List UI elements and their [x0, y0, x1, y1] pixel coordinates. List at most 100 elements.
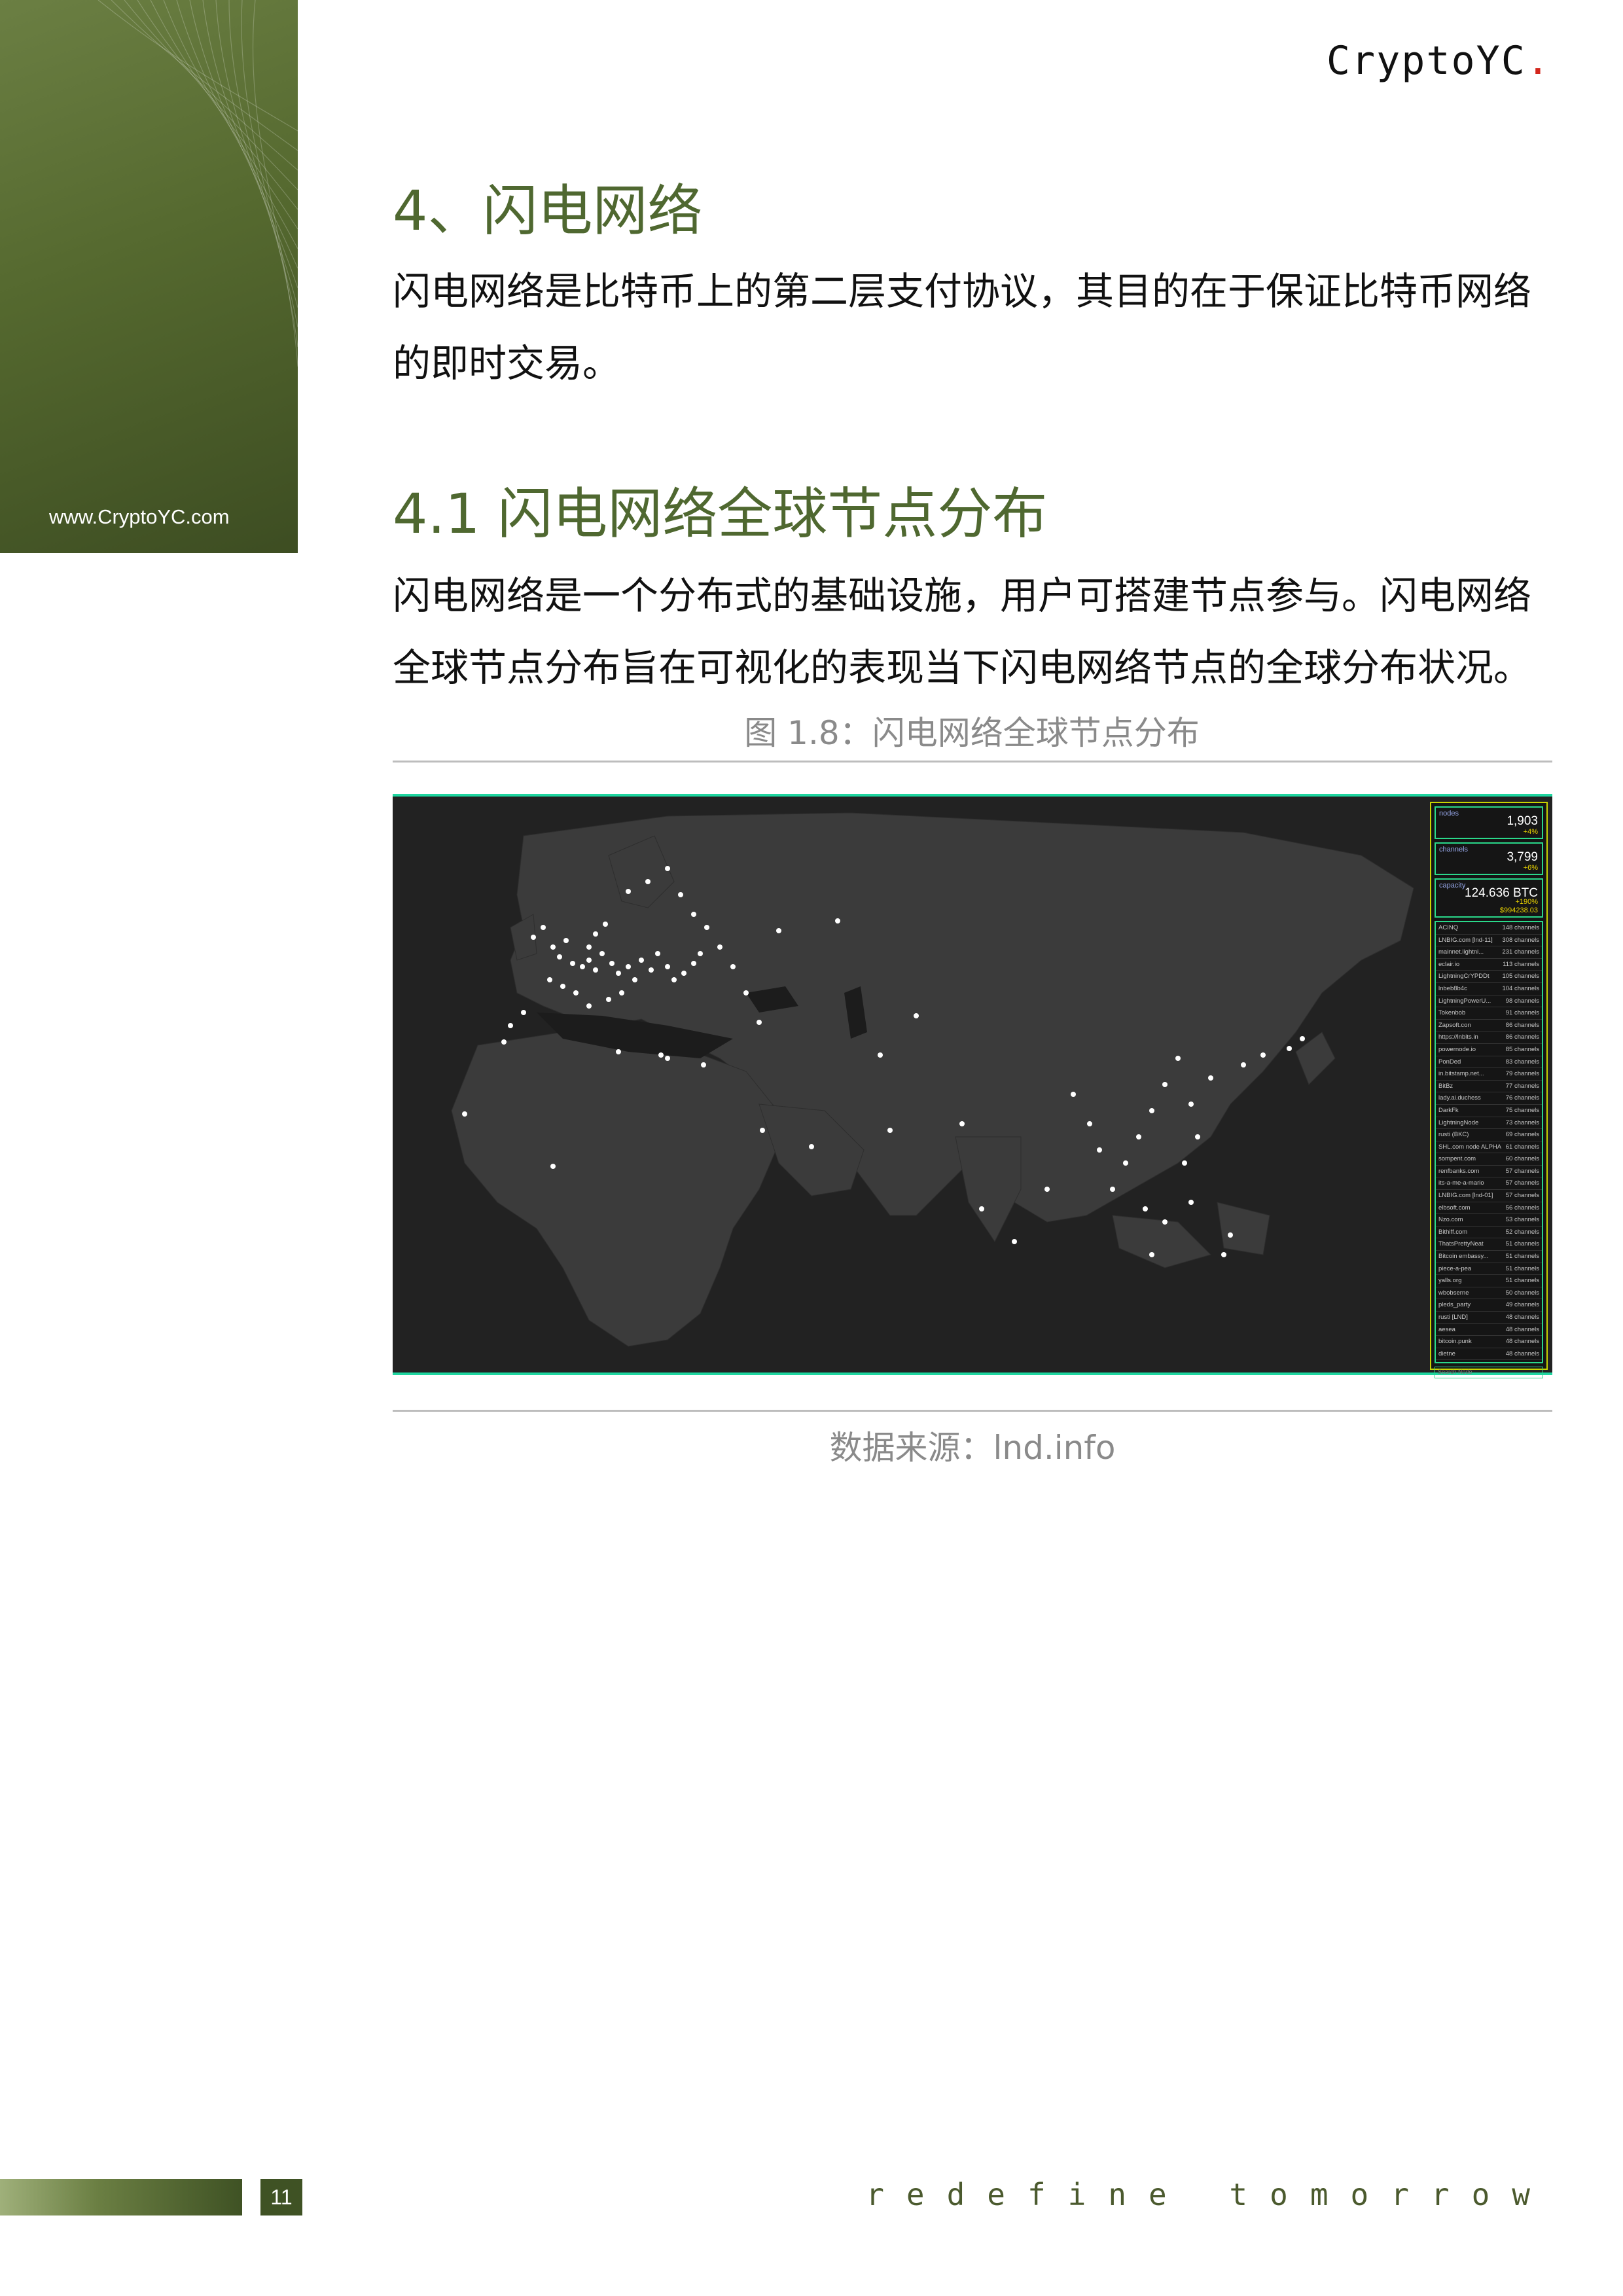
node-list-row[interactable]: powernode.io 85 channels	[1436, 1044, 1542, 1056]
brand-name: CryptoYC	[1326, 38, 1526, 84]
node-list: ACINQ 148 channels LNBIG.com [lnd-11] 308 c…	[1435, 921, 1543, 1363]
node-list-row[interactable]: Zapsoft.con 86 channels	[1436, 1020, 1542, 1032]
node-name: Nzo.com	[1438, 1216, 1463, 1224]
node-list-row[interactable]: https://lnbits.in 86 channels	[1436, 1031, 1542, 1044]
node-list-row[interactable]: ACINQ 148 channels	[1436, 922, 1542, 935]
node-list-row[interactable]: ThatsPrettyNeat 51 channels	[1436, 1238, 1542, 1251]
node-channels: 73 channels	[1505, 1119, 1539, 1126]
footer-bar	[0, 2179, 242, 2215]
node-list-row[interactable]: sompent.com 60 channels	[1436, 1153, 1542, 1166]
node-list-row[interactable]: LNBIG.com [lnd-01] 57 channels	[1436, 1190, 1542, 1202]
node-channels: 79 channels	[1505, 1070, 1539, 1078]
node-channels: 53 channels	[1505, 1216, 1539, 1224]
node-channels: 98 channels	[1505, 997, 1539, 1005]
node-name: renfbanks.com	[1438, 1167, 1480, 1175]
node-list-row[interactable]: pleds_party 49 channels	[1436, 1299, 1542, 1312]
node-name: lnbeb8b4c	[1438, 984, 1467, 992]
node-list-row[interactable]: lnbeb8b4c 104 channels	[1436, 983, 1542, 996]
node-list-row[interactable]: elbsoft.com 56 channels	[1436, 1202, 1542, 1215]
node-list-row[interactable]: renfbanks.com 57 channels	[1436, 1166, 1542, 1178]
brand-logo: CryptoYC.	[1327, 38, 1551, 84]
divider	[393, 1410, 1552, 1412]
node-name: SHL.com node ALPHA	[1438, 1143, 1502, 1151]
node-channels: 52 channels	[1505, 1228, 1539, 1236]
node-list-row[interactable]: LightningCrYPDDt 105 channels	[1436, 971, 1542, 983]
stats-panel: nodes 1,903 +4% channels 3,799 +6% capac…	[1430, 802, 1548, 1378]
node-list-row[interactable]: piece-a-pea 51 channels	[1436, 1263, 1542, 1276]
node-list-row[interactable]: BitBz 77 channels	[1436, 1081, 1542, 1093]
node-channels: 77 channels	[1505, 1082, 1539, 1090]
node-name: LNBIG.com [lnd-11]	[1438, 936, 1493, 944]
node-name: piece-a-pea	[1438, 1265, 1472, 1272]
section-heading: 4、闪电网络	[393, 179, 703, 243]
node-name: BitBz	[1438, 1082, 1454, 1090]
node-list-row[interactable]: its-a-me-a-mario 57 channels	[1436, 1177, 1542, 1191]
node-name: sompent.com	[1438, 1155, 1476, 1163]
node-list-row[interactable]: bitcoin.punk 48 channels	[1436, 1336, 1542, 1348]
node-list-row[interactable]: DarkFk 75 channels	[1436, 1105, 1542, 1117]
node-channels: 48 channels	[1505, 1338, 1539, 1346]
node-list-row[interactable]: wbobserne 50 channels	[1436, 1287, 1542, 1300]
sidebar-panel: www.CryptoYC.com	[0, 0, 298, 553]
node-list-row[interactable]: Nzo.com 53 channels	[1436, 1214, 1542, 1227]
node-list-row[interactable]: SHL.com node ALPHA 61 channels	[1436, 1141, 1542, 1154]
node-channels: 104 channels	[1502, 984, 1539, 992]
node-channels: 48 channels	[1505, 1314, 1539, 1321]
node-channels: 105 channels	[1502, 973, 1539, 980]
node-list-row[interactable]: in.bitstamp.net... 79 channels	[1436, 1068, 1542, 1081]
node-channels: 57 channels	[1505, 1167, 1539, 1175]
node-list-row[interactable]: mainnet.lightni... 231 channels	[1436, 946, 1542, 959]
node-channels: 57 channels	[1505, 1179, 1539, 1187]
figure-source: 数据来源：lnd.info	[829, 1429, 1116, 1467]
capacity-change: +190%	[1515, 898, 1538, 906]
node-list-row[interactable]: yalls.org 51 channels	[1436, 1275, 1542, 1287]
node-name: powernode.io	[1438, 1045, 1476, 1053]
node-list-row[interactable]: LNBIG.com [lnd-11] 308 channels	[1436, 935, 1542, 947]
node-name: Bithiff.com	[1438, 1228, 1468, 1236]
figure-caption: 图 1.8：闪电网络全球节点分布	[744, 714, 1200, 752]
node-name: ACINQ	[1438, 924, 1459, 931]
search-node-input[interactable]: Search Node	[1435, 1367, 1543, 1378]
node-name: Zapsoft.con	[1438, 1021, 1471, 1029]
paragraph-line: 全球节点分布旨在可视化的表现当下闪电网络节点的全球分布状况。	[393, 645, 1532, 690]
node-list-row[interactable]: aesea 48 channels	[1436, 1324, 1542, 1336]
node-list-row[interactable]: rusti (BKC) 69 channels	[1436, 1129, 1542, 1141]
capacity-label: capacity	[1439, 882, 1466, 889]
node-list-row[interactable]: Tokenbob 91 channels	[1436, 1007, 1542, 1020]
node-list-row[interactable]: LightningNode 73 channels	[1436, 1117, 1542, 1130]
node-name: eclair.io	[1438, 960, 1460, 968]
node-list-row[interactable]: Bithiff.com 52 channels	[1436, 1227, 1542, 1239]
capacity-stat: capacity 124.636 BTC +190% $994238.03	[1435, 878, 1543, 918]
node-channels: 76 channels	[1505, 1094, 1539, 1102]
node-list-row[interactable]: Bitcoin embassy... 51 channels	[1436, 1251, 1542, 1263]
node-name: elbsoft.com	[1438, 1204, 1471, 1211]
node-channels: 113 channels	[1503, 960, 1539, 968]
footer-tagline: redefine tomorrow	[866, 2177, 1552, 2212]
nodes-label: nodes	[1439, 810, 1459, 817]
node-name: pleds_party	[1438, 1301, 1471, 1309]
node-list-row[interactable]: dietne 48 channels	[1436, 1348, 1542, 1361]
channels-label: channels	[1439, 846, 1469, 853]
node-list-row[interactable]: eclair.io 113 channels	[1436, 959, 1542, 971]
node-list-row[interactable]: LightningPowerU... 98 channels	[1436, 996, 1542, 1008]
node-channels: 61 channels	[1505, 1143, 1539, 1151]
node-channels: 75 channels	[1505, 1106, 1539, 1114]
nodes-change: +4%	[1523, 828, 1538, 836]
node-channels: 231 channels	[1502, 948, 1539, 956]
node-channels: 51 channels	[1505, 1253, 1539, 1261]
node-list-row[interactable]: rusti [LND] 48 channels	[1436, 1312, 1542, 1324]
website-url[interactable]: www.CryptoYC.com	[49, 505, 230, 529]
node-name: rusti (BKC)	[1438, 1131, 1469, 1139]
node-name: lady.ai.duchess	[1438, 1094, 1481, 1102]
node-name: https://lnbits.in	[1438, 1033, 1478, 1041]
channels-change: +6%	[1523, 864, 1538, 872]
node-list-row[interactable]: PonDed 83 channels	[1436, 1056, 1542, 1069]
node-name: dietne	[1438, 1350, 1455, 1357]
node-channels: 83 channels	[1505, 1058, 1539, 1066]
node-name: Tokenbob	[1438, 1009, 1466, 1017]
node-channels: 60 channels	[1505, 1155, 1539, 1163]
page-number: 11	[260, 2179, 302, 2215]
node-list-row[interactable]: lady.ai.duchess 76 channels	[1436, 1092, 1542, 1105]
node-name: Bitcoin embassy...	[1438, 1253, 1489, 1261]
decorative-waves	[98, 0, 298, 367]
